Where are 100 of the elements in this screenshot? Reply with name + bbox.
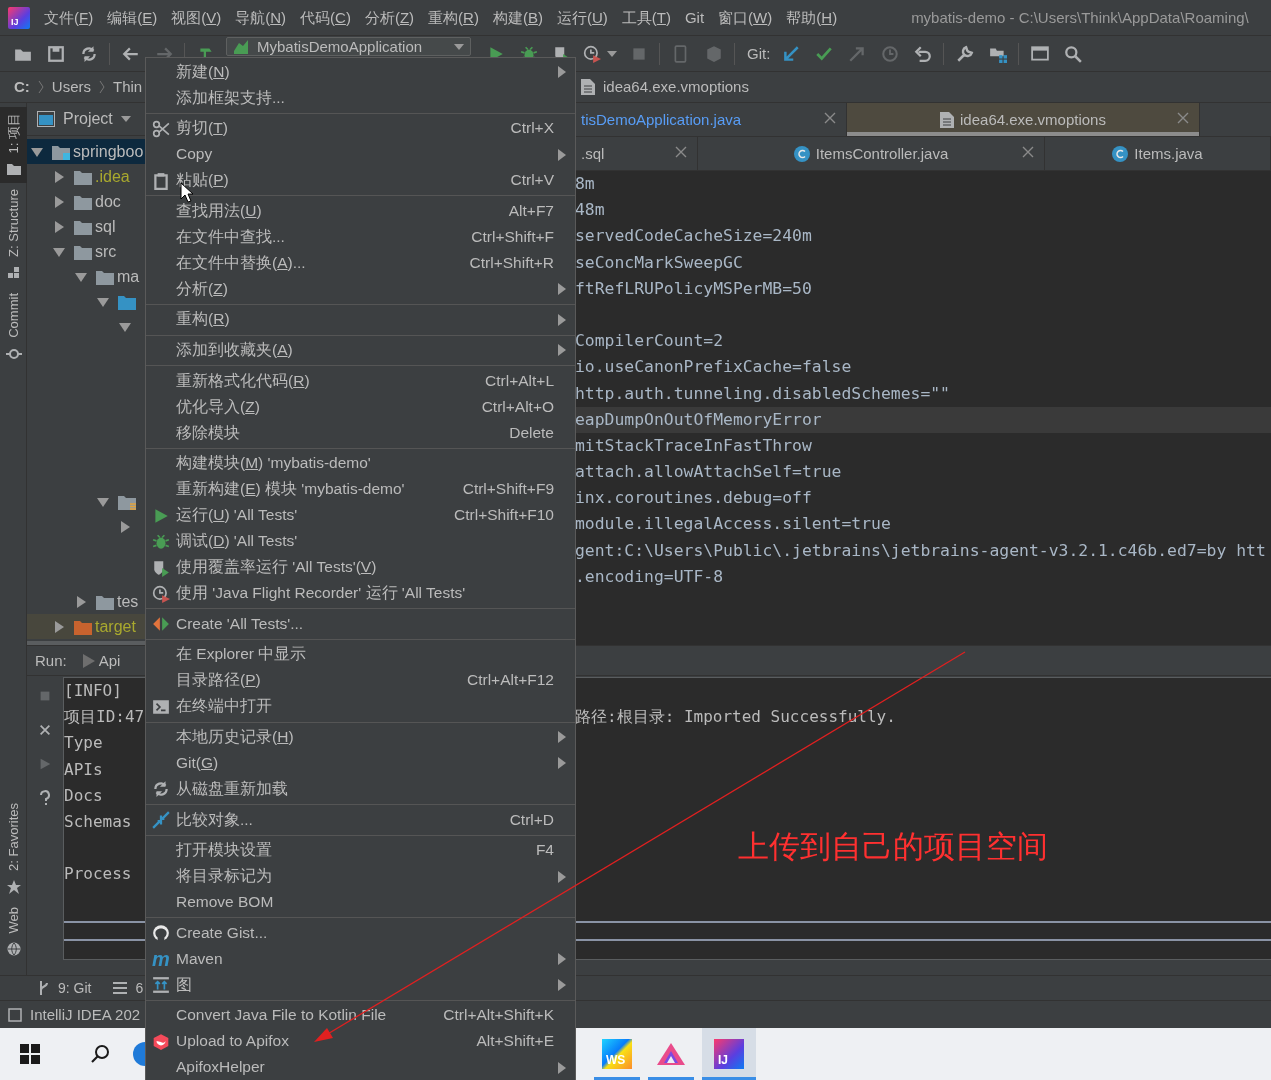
tree-row[interactable]: doc: [27, 189, 145, 214]
tool-window-tab[interactable]: Web: [0, 900, 27, 963]
search-icon[interactable]: [90, 1044, 110, 1064]
menu-item[interactable]: 本地历史记录(H): [146, 724, 575, 751]
menu-item[interactable]: 重构(R): [428, 6, 479, 29]
menu-item[interactable]: 目录路径(P) Ctrl+Alt+F12: [146, 667, 575, 694]
menu-item[interactable]: Git: [684, 6, 705, 29]
expand-arrow-icon[interactable]: [53, 620, 65, 633]
menu-item[interactable]: 帮助(H): [786, 6, 838, 29]
expand-arrow-icon[interactable]: [53, 170, 65, 183]
menu-item[interactable]: Git(G): [146, 750, 575, 777]
menu-item[interactable]: ApifoxHelper: [146, 1054, 575, 1080]
menu-item[interactable]: 分析(Z): [364, 6, 415, 29]
tool-window-tab[interactable]: 9: Git: [38, 979, 92, 997]
menu-item[interactable]: Create Gist...: [146, 920, 575, 947]
close-icon[interactable]: [675, 146, 687, 158]
menu-item[interactable]: 重新构建(E) 模块 'mybatis-demo' Ctrl+Shift+F9: [146, 476, 575, 503]
breadcrumb-item[interactable]: Users: [51, 78, 91, 96]
menu-item[interactable]: 从磁盘重新加载: [146, 776, 575, 803]
expand-arrow-icon[interactable]: [97, 295, 109, 308]
tool-window-tab[interactable]: Commit: [0, 287, 27, 369]
tool-window-tab[interactable]: 1: 项目: [0, 107, 27, 184]
code-line: io.useCanonPrefixCache=false: [575, 357, 852, 377]
tree-row[interactable]: springboo: [27, 139, 145, 164]
menu-item[interactable]: 新建(N): [146, 59, 575, 85]
menu-item[interactable]: 添加到收藏夹(A): [146, 337, 575, 364]
folder-icon: [118, 493, 136, 510]
menu-item[interactable]: Create 'All Tests'...: [146, 611, 575, 638]
menu-item[interactable]: Remove BOM: [146, 889, 575, 916]
expand-arrow-icon[interactable]: [31, 145, 43, 158]
expand-arrow-icon[interactable]: [53, 195, 65, 208]
menu-item[interactable]: 调试(D) 'All Tests': [146, 528, 575, 555]
menu-item[interactable]: 工具(T): [621, 6, 671, 29]
menu-item[interactable]: 重新格式化代码(R) Ctrl+Alt+L: [146, 367, 575, 394]
caret-icon[interactable]: [120, 116, 131, 122]
menu-item[interactable]: 在文件中替换(A)... Ctrl+Shift+R: [146, 250, 575, 277]
menu-item[interactable]: 剪切(T) Ctrl+X: [146, 115, 575, 142]
menu-item[interactable]: 分析(Z): [146, 276, 575, 303]
menu-item[interactable]: 在 Explorer 中显示: [146, 641, 575, 668]
menu-item[interactable]: 运行(U): [556, 6, 608, 29]
run-config-dropdown[interactable]: MybatisDemoApplication: [226, 37, 471, 56]
menu-item[interactable]: 窗口(W): [718, 6, 773, 29]
code-line: ftRefLRUPolicyMSPerMB=50: [575, 278, 812, 298]
menu-item[interactable]: 在终端中打开: [146, 693, 575, 720]
expand-arrow-icon[interactable]: [53, 220, 65, 233]
tool-window-tab[interactable]: Z: Structure: [0, 183, 27, 288]
menu-item[interactable]: 构建(B): [492, 6, 543, 29]
expand-arrow-icon[interactable]: [119, 320, 131, 333]
console-line: Schemas: [64, 811, 132, 831]
window-icon[interactable]: [8, 1007, 22, 1022]
editor-tab[interactable]: idea64.exe.vmoptions: [847, 103, 1200, 136]
breadcrumb-item[interactable]: C:: [14, 78, 30, 96]
expand-arrow-icon[interactable]: [75, 270, 87, 283]
expand-arrow-icon[interactable]: [97, 495, 109, 508]
tool-window-tab[interactable]: 2: Favorites: [0, 796, 27, 901]
editor-tab[interactable]: Items.java: [1045, 137, 1271, 170]
menu-item[interactable]: 编辑(E): [107, 6, 158, 29]
run-tab[interactable]: Api: [82, 651, 121, 670]
menu-item[interactable]: m Maven: [146, 946, 575, 973]
menu-item[interactable]: 构建模块(M) 'mybatis-demo': [146, 450, 575, 477]
menu-item[interactable]: 图: [146, 972, 575, 999]
breadcrumb-item[interactable]: Thin: [113, 78, 143, 96]
tree-row[interactable]: sql: [27, 214, 145, 239]
menu-item[interactable]: Copy: [146, 141, 575, 168]
menu-item[interactable]: 使用 'Java Flight Recorder' 运行 'All Tests': [146, 580, 575, 607]
close-icon[interactable]: [1177, 112, 1189, 124]
menu-item[interactable]: 重构(R): [146, 306, 575, 333]
tool-window-tab[interactable]: 6: [113, 979, 144, 997]
menu-item[interactable]: 添加框架支持...: [146, 85, 575, 111]
tree-label: tes: [117, 591, 139, 612]
tree-row[interactable]: target: [27, 614, 145, 639]
menu-item[interactable]: 导航(N): [235, 6, 287, 29]
menu-item[interactable]: 将目录标记为: [146, 863, 575, 890]
menu-item[interactable]: 视图(V): [171, 6, 222, 29]
menu-item[interactable]: 比较对象... Ctrl+D: [146, 806, 575, 833]
close-icon[interactable]: [824, 112, 836, 124]
expand-arrow-icon[interactable]: [75, 595, 87, 608]
taskbar-app[interactable]: IJ: [702, 1028, 756, 1080]
menu-item[interactable]: 查找用法(U) Alt+F7: [146, 198, 575, 225]
menu-item[interactable]: 文件(F): [44, 6, 94, 29]
menu-item[interactable]: 代码(C): [300, 6, 351, 29]
close-icon[interactable]: [1022, 146, 1034, 158]
expand-arrow-icon[interactable]: [119, 520, 131, 533]
menu-item[interactable]: 在文件中查找... Ctrl+Shift+F: [146, 224, 575, 251]
tree-row[interactable]: ma: [27, 264, 145, 289]
menu-item[interactable]: 粘贴(P) Ctrl+V: [146, 167, 575, 194]
menu-item[interactable]: 打开模块设置 F4: [146, 837, 575, 864]
tree-row[interactable]: src: [27, 239, 145, 264]
expand-arrow-icon[interactable]: [53, 245, 65, 258]
tree-row[interactable]: tes: [27, 589, 145, 614]
editor-tab[interactable]: ItemsController.java: [698, 137, 1045, 170]
menu-item[interactable]: 移除模块 Delete: [146, 419, 575, 446]
tree-row[interactable]: .idea: [27, 164, 145, 189]
menu-item[interactable]: 运行(U) 'All Tests' Ctrl+Shift+F10: [146, 502, 575, 529]
breadcrumb-item[interactable]: idea64.exe.vmoptions: [603, 78, 749, 96]
windows-start-icon[interactable]: [20, 1044, 40, 1064]
app-logo: IJ: [714, 1039, 744, 1069]
menu-item[interactable]: Convert Java File to Kotlin File Ctrl+Alt+Shift+K: [146, 1002, 575, 1029]
menu-item[interactable]: 优化导入(Z) Ctrl+Alt+O: [146, 393, 575, 420]
menu-item[interactable]: 使用覆盖率运行 'All Tests'(V): [146, 554, 575, 581]
